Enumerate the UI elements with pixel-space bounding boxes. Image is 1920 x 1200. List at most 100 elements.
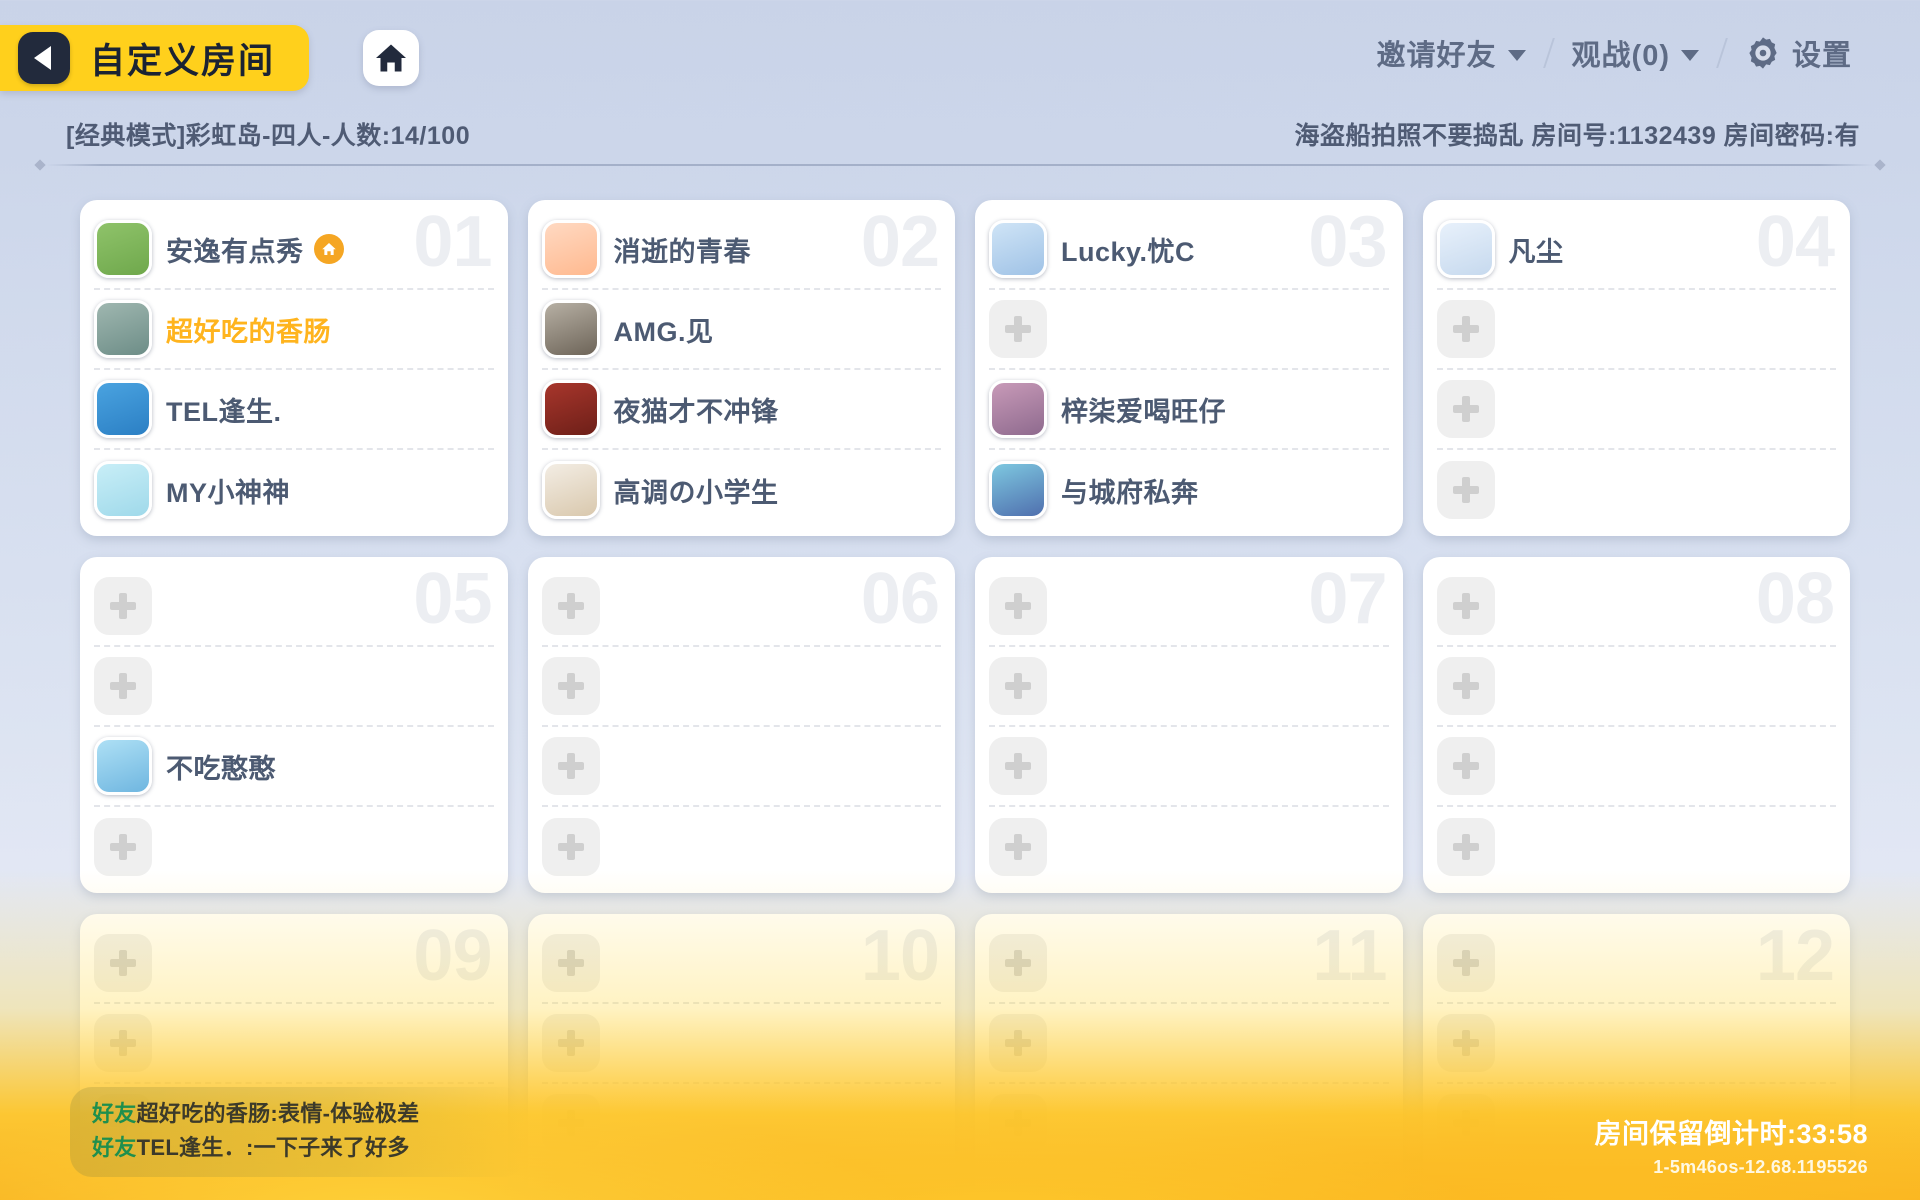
add-player-icon[interactable] [989,657,1047,715]
player-slot[interactable]: 不吃憨憨 [94,727,494,807]
empty-player-slot[interactable] [94,1004,494,1084]
avatar-blonde[interactable] [989,220,1047,278]
empty-player-slot[interactable] [1436,450,1837,530]
team-card[interactable]: 02 消逝的青春 AMG.见 夜猫才不冲锋 高调の小学生 [527,200,955,536]
player-slot[interactable]: 超好吃的香肠 [94,290,494,370]
empty-player-slot[interactable] [1436,647,1836,727]
empty-player-slot[interactable] [541,1004,941,1084]
add-player-icon[interactable] [1436,577,1495,635]
empty-player-slot[interactable] [94,807,494,887]
empty-player-slot[interactable] [989,807,1389,887]
add-player-icon[interactable] [1436,461,1495,519]
empty-player-slot[interactable] [1436,727,1836,807]
add-player-icon[interactable] [1436,657,1495,715]
add-player-icon[interactable] [1436,300,1495,358]
empty-player-slot[interactable] [989,647,1389,727]
add-player-icon[interactable] [1436,1094,1495,1152]
empty-player-slot[interactable] [989,1084,1389,1164]
team-card[interactable]: 05 不吃憨憨 [80,557,508,893]
avatar-witch[interactable] [989,461,1047,519]
team-card[interactable]: 07 [975,557,1403,893]
team-card[interactable]: 11 [975,914,1403,1200]
player-slot[interactable]: 安逸有点秀 [94,210,494,290]
empty-player-slot[interactable] [989,567,1389,647]
player-slot[interactable]: TEL逢生. [94,370,494,450]
add-player-icon[interactable] [541,1094,600,1152]
add-player-icon[interactable] [94,1014,152,1072]
avatar-white-anime[interactable] [94,461,152,519]
empty-player-slot[interactable] [989,290,1389,370]
add-player-icon[interactable] [989,1094,1047,1152]
add-player-icon[interactable] [541,934,600,992]
player-slot[interactable]: AMG.见 [541,290,941,370]
empty-player-slot[interactable] [94,924,494,1004]
empty-player-slot[interactable] [1436,1004,1836,1084]
team-card[interactable]: 06 [527,557,955,893]
avatar-dark-hair[interactable] [541,300,600,358]
empty-player-slot[interactable] [1436,370,1836,450]
add-player-icon[interactable] [989,577,1047,635]
team-card[interactable]: 03 Lucky.忧C 梓柒爱喝旺仔 与城府私奔 [975,200,1403,536]
player-slot[interactable]: MY小神神 [94,450,494,530]
add-player-icon[interactable] [1436,1175,1495,1200]
team-card[interactable]: 01 安逸有点秀 超好吃的香肠 TEL逢生. MY小神神 [80,200,508,536]
add-player-icon[interactable] [1436,1014,1495,1072]
nav-spectate[interactable]: 观战(0) [1550,32,1721,74]
nav-settings[interactable]: 设置 [1723,32,1874,74]
avatar-shiba[interactable] [541,461,600,519]
add-player-icon[interactable] [1436,818,1495,876]
add-player-icon[interactable] [989,934,1047,992]
empty-player-slot[interactable] [1436,567,1836,647]
avatar-pink-hair[interactable] [989,380,1047,438]
add-player-icon[interactable] [541,577,600,635]
add-player-icon[interactable] [94,1175,152,1200]
empty-player-slot[interactable] [1436,807,1837,887]
empty-player-slot[interactable] [541,924,941,1004]
avatar-orange-hair[interactable] [541,220,600,278]
add-player-icon[interactable] [541,1014,600,1072]
player-slot[interactable]: 与城府私奔 [989,450,1389,530]
player-slot[interactable]: 夜猫才不冲锋 [541,370,941,450]
empty-player-slot[interactable] [541,567,941,647]
add-player-icon[interactable] [541,818,600,876]
empty-player-slot[interactable] [94,647,494,727]
back-button[interactable] [18,32,70,84]
player-slot[interactable]: 消逝的青春 [541,210,941,290]
empty-player-slot[interactable] [989,1004,1389,1084]
empty-player-slot[interactable] [541,727,941,807]
nav-invite-friends[interactable]: 邀请好友 [1355,32,1548,74]
empty-player-slot[interactable] [1436,924,1836,1004]
avatar-running-girl[interactable] [94,737,152,795]
avatar-yellow-hood[interactable] [94,380,152,438]
avatar-duck[interactable] [94,300,152,358]
player-slot[interactable]: Lucky.忧C [989,210,1389,290]
add-player-icon[interactable] [989,818,1047,876]
add-player-icon[interactable] [541,737,600,795]
empty-player-slot[interactable] [989,1164,1389,1200]
add-player-icon[interactable] [94,818,152,876]
home-button[interactable] [363,30,419,86]
add-player-icon[interactable] [1436,737,1495,795]
avatar-red-hero[interactable] [541,380,600,438]
add-player-icon[interactable] [541,657,600,715]
add-player-icon[interactable] [94,577,152,635]
add-player-icon[interactable] [989,300,1047,358]
add-player-icon[interactable] [989,1175,1047,1200]
add-player-icon[interactable] [541,1175,600,1200]
team-card[interactable]: 04 凡尘 [1422,200,1850,536]
empty-player-slot[interactable] [989,727,1389,807]
player-slot[interactable]: 梓柒爱喝旺仔 [989,370,1389,450]
empty-player-slot[interactable] [541,1164,942,1200]
team-card[interactable]: 10 [527,914,955,1200]
add-player-icon[interactable] [94,934,152,992]
player-slot[interactable]: 高调の小学生 [541,450,942,530]
add-player-icon[interactable] [94,657,152,715]
empty-player-slot[interactable] [1436,290,1836,370]
player-slot[interactable]: 凡尘 [1436,210,1836,290]
empty-player-slot[interactable] [94,567,494,647]
empty-player-slot[interactable] [541,647,941,727]
add-player-icon[interactable] [1436,380,1495,438]
add-player-icon[interactable] [989,737,1047,795]
add-player-icon[interactable] [989,1014,1047,1072]
team-card[interactable]: 08 [1422,557,1850,893]
